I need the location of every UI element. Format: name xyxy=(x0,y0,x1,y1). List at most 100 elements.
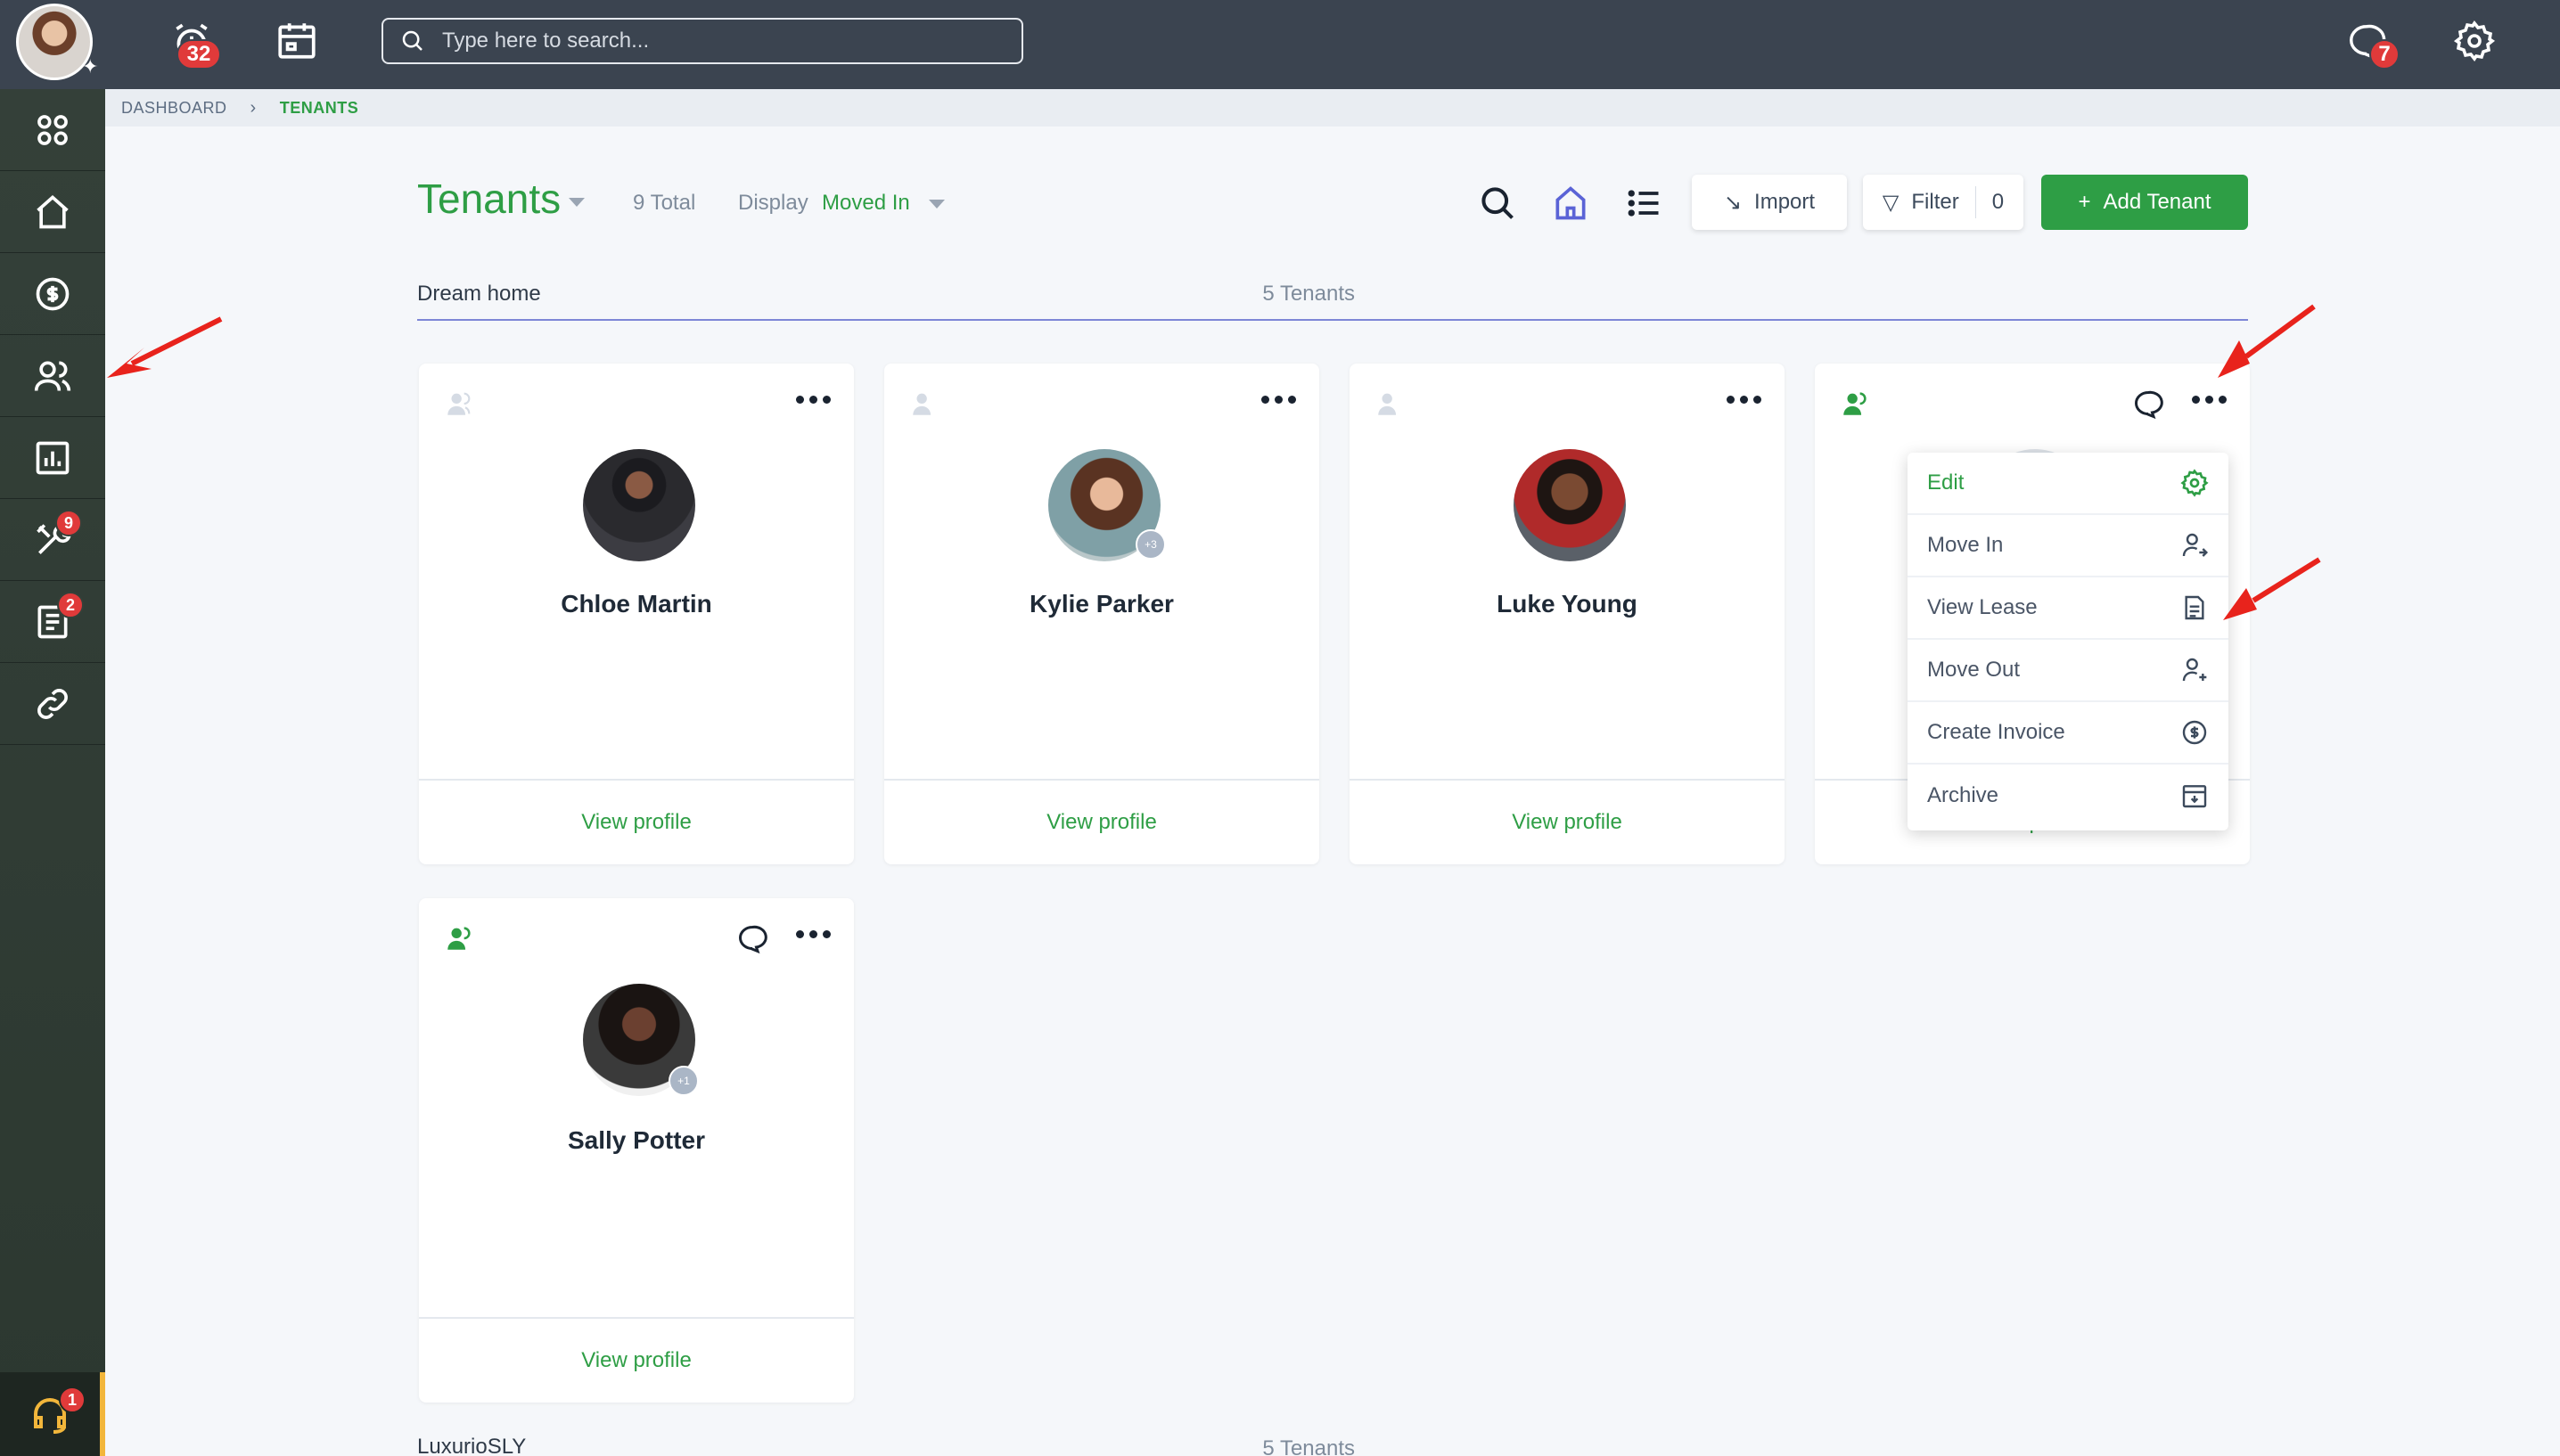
tenant-name[interactable]: Chloe Martin xyxy=(419,590,854,618)
menu-item-view-lease[interactable]: View Lease xyxy=(1908,577,2228,640)
add-tenant-button[interactable]: + Add Tenant xyxy=(2041,175,2248,230)
group-count: 5 Tenants xyxy=(1262,282,1355,306)
menu-item-label: View Lease xyxy=(1927,595,2038,619)
documents-badge: 2 xyxy=(57,592,84,618)
tenant-card: +1 Sally Potter View profile xyxy=(419,898,854,1403)
support-button[interactable]: 1 xyxy=(0,1372,105,1456)
users-icon xyxy=(34,361,71,391)
breadcrumb: DASHBOARD › TENANTS xyxy=(105,89,2560,127)
calendar-icon[interactable] xyxy=(275,18,319,62)
alarm-badge: 32 xyxy=(176,39,221,70)
more-options-icon[interactable] xyxy=(796,396,831,404)
menu-item-label: Create Invoice xyxy=(1927,720,2065,744)
view-profile-link[interactable]: View profile xyxy=(884,779,1319,864)
search-toggle-icon[interactable] xyxy=(1478,184,1517,223)
funnel-icon: ▽ xyxy=(1882,190,1899,215)
total-count: 9 Total xyxy=(633,191,696,215)
group-divider xyxy=(417,319,2248,321)
search-icon xyxy=(402,30,423,51)
group-name: Dream home xyxy=(417,282,541,306)
sidebar-item-accounting[interactable] xyxy=(0,253,105,335)
extra-occupants-badge: +3 xyxy=(1136,529,1166,560)
more-options-icon[interactable] xyxy=(1727,396,1761,404)
annotation-arrow-icon xyxy=(107,316,223,378)
tenant-avatar[interactable] xyxy=(1514,449,1626,561)
chevron-right-icon: › xyxy=(250,97,257,118)
maintenance-badge: 9 xyxy=(55,510,82,536)
page-title[interactable]: Tenants xyxy=(417,175,561,223)
search-input[interactable] xyxy=(442,29,977,53)
list-view-icon[interactable] xyxy=(1624,184,1663,223)
sidebar-item-home[interactable] xyxy=(0,171,105,253)
dollar-circle-icon xyxy=(36,277,70,310)
more-options-icon[interactable] xyxy=(1261,396,1296,404)
menu-item-label: Move Out xyxy=(1927,658,2021,682)
annotation-arrow-icon xyxy=(2218,304,2316,378)
user-status-icon xyxy=(909,389,939,419)
extra-occupants-badge: +1 xyxy=(669,1066,699,1096)
tenant-name[interactable]: Kylie Parker xyxy=(884,590,1319,618)
sidebar-item-documents[interactable]: 2 xyxy=(0,581,105,663)
user-status-icon xyxy=(1840,389,1870,419)
import-label: Import xyxy=(1754,190,1816,214)
document-icon xyxy=(2185,595,2204,620)
group-name: LuxurioSLY xyxy=(417,1435,527,1456)
sidebar-item-reports[interactable] xyxy=(0,417,105,499)
tenant-actions-menu: Edit Move In View Lease Move Out Create … xyxy=(1908,453,2228,830)
import-button[interactable]: ↘ Import xyxy=(1692,175,1847,230)
tenant-name[interactable]: Luke Young xyxy=(1350,590,1785,618)
menu-item-label: Move In xyxy=(1927,533,2004,557)
archive-icon xyxy=(2182,785,2207,808)
user-status-icon xyxy=(1374,389,1405,419)
filter-count: 0 xyxy=(1974,186,2004,218)
sidebar-item-tenants[interactable] xyxy=(0,335,105,417)
tenant-name[interactable]: Sally Potter xyxy=(419,1126,854,1155)
annotation-arrow-icon xyxy=(2223,557,2321,620)
messages-badge: 7 xyxy=(2369,39,2400,70)
settings-gear-icon[interactable] xyxy=(2453,20,2496,62)
menu-item-move-in[interactable]: Move In xyxy=(1908,515,2228,577)
more-options-icon[interactable] xyxy=(796,930,831,938)
menu-item-label: Archive xyxy=(1927,783,1999,807)
sidebar-item-maintenance[interactable]: 9 xyxy=(0,499,105,581)
user-move-out-icon xyxy=(2182,658,2207,682)
chat-icon[interactable] xyxy=(2132,389,2164,421)
dollar-icon xyxy=(2182,720,2207,745)
view-profile-link[interactable]: View profile xyxy=(419,779,854,864)
search-bar[interactable] xyxy=(382,18,1023,64)
view-profile-link[interactable]: View profile xyxy=(419,1317,854,1403)
plus-icon: + xyxy=(2078,190,2091,214)
title-caret-icon[interactable] xyxy=(569,198,585,207)
sidebar-item-apps[interactable] xyxy=(0,89,105,171)
view-profile-link[interactable]: View profile xyxy=(1350,779,1785,864)
support-badge: 1 xyxy=(59,1386,86,1413)
tenant-card: Luke Young View profile xyxy=(1350,364,1785,864)
top-bar: ✦ 32 7 xyxy=(0,0,2560,89)
pin-icon: ✦ xyxy=(82,55,99,78)
menu-item-move-out[interactable]: Move Out xyxy=(1908,640,2228,702)
display-select[interactable]: Moved In xyxy=(822,191,910,216)
filter-button[interactable]: ▽ Filter 0 xyxy=(1863,175,2023,230)
user-status-icon xyxy=(444,389,474,419)
menu-item-edit[interactable]: Edit xyxy=(1908,453,2228,515)
breadcrumb-dashboard[interactable]: DASHBOARD xyxy=(121,99,227,118)
sidebar-item-links[interactable] xyxy=(0,663,105,745)
menu-item-label: Edit xyxy=(1927,470,1965,495)
tenant-card: +3 Kylie Parker View profile xyxy=(884,364,1319,864)
chat-icon[interactable] xyxy=(736,923,768,955)
group-count: 5 Tenants xyxy=(1262,1436,1355,1456)
user-move-in-icon xyxy=(2182,533,2209,557)
gear-icon xyxy=(2180,469,2209,497)
more-options-icon[interactable] xyxy=(2192,396,2227,404)
filter-label: Filter xyxy=(1911,190,1959,214)
tenant-avatar[interactable] xyxy=(583,449,695,561)
chart-icon xyxy=(36,441,70,474)
import-arrow-icon: ↘ xyxy=(1723,190,1743,215)
menu-item-archive[interactable]: Archive xyxy=(1908,765,2228,827)
display-caret-icon[interactable] xyxy=(929,200,945,209)
grid-view-home-icon[interactable] xyxy=(1551,184,1590,223)
breadcrumb-current: TENANTS xyxy=(279,98,359,117)
link-icon xyxy=(37,688,68,719)
menu-item-create-invoice[interactable]: Create Invoice xyxy=(1908,702,2228,765)
apps-grid-icon xyxy=(37,114,68,145)
